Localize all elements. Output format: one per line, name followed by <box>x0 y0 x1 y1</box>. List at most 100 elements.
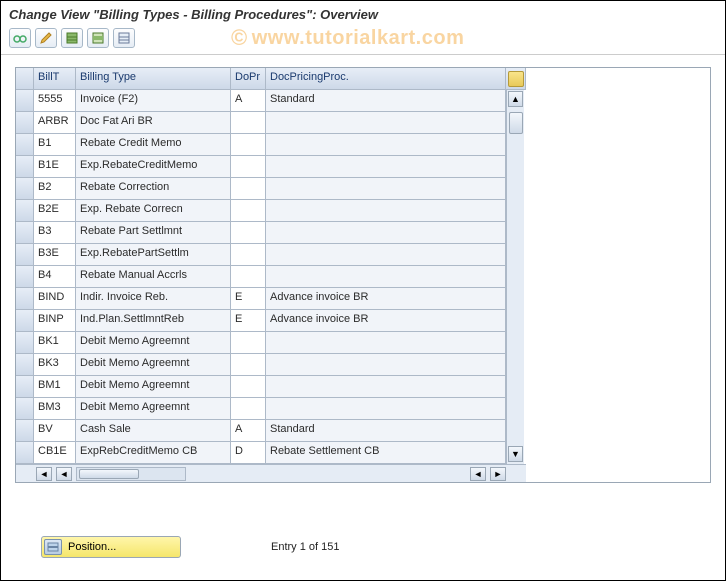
cell-dopr[interactable]: E <box>231 310 266 332</box>
cell-dopr[interactable] <box>231 376 266 398</box>
cell-docpricingproc: Advance invoice BR <box>266 310 506 332</box>
cell-billt[interactable]: B1 <box>34 134 76 156</box>
other-view-button[interactable] <box>9 28 31 48</box>
row-selector[interactable] <box>16 244 34 266</box>
row-selector[interactable] <box>16 398 34 420</box>
cell-dopr[interactable] <box>231 134 266 156</box>
cell-dopr[interactable] <box>231 156 266 178</box>
cell-billt[interactable]: BK3 <box>34 354 76 376</box>
select-all-button[interactable] <box>61 28 83 48</box>
cell-dopr[interactable] <box>231 112 266 134</box>
row-selector-header[interactable] <box>16 68 34 90</box>
hscroll-right-1[interactable]: ◄ <box>470 467 486 481</box>
row-selector[interactable] <box>16 332 34 354</box>
cell-billing-type: Rebate Manual Accrls <box>76 266 231 288</box>
cell-billing-type: Exp. Rebate Correcn <box>76 200 231 222</box>
row-selector[interactable] <box>16 178 34 200</box>
cell-billt[interactable]: BM3 <box>34 398 76 420</box>
cell-dopr[interactable] <box>231 266 266 288</box>
cell-docpricingproc: Standard <box>266 90 506 112</box>
row-selector[interactable] <box>16 354 34 376</box>
col-header-docpricingproc[interactable]: DocPricingProc. <box>266 68 506 90</box>
position-icon <box>44 539 62 555</box>
row-selector[interactable] <box>16 200 34 222</box>
cell-dopr[interactable]: A <box>231 420 266 442</box>
row-selector[interactable] <box>16 288 34 310</box>
position-button[interactable]: Position... <box>41 536 181 558</box>
vscroll-up[interactable]: ▲ <box>508 91 523 107</box>
cell-dopr[interactable]: D <box>231 442 266 464</box>
cell-docpricingproc <box>266 354 506 376</box>
table-row: B1Rebate Credit Memo <box>16 134 506 156</box>
table-row: BM1Debit Memo Agreemnt <box>16 376 506 398</box>
col-header-dopr[interactable]: DoPr <box>231 68 266 90</box>
table-settings-button[interactable] <box>506 68 526 90</box>
vertical-scrollbar[interactable]: ▲▼ <box>506 90 524 464</box>
cell-billt[interactable]: B3E <box>34 244 76 266</box>
pencil-icon <box>39 31 53 45</box>
cell-dopr[interactable] <box>231 332 266 354</box>
table-select-all-icon <box>65 31 79 45</box>
table-row: BK1Debit Memo Agreemnt <box>16 332 506 354</box>
cell-billt[interactable]: B4 <box>34 266 76 288</box>
cell-dopr[interactable] <box>231 354 266 376</box>
cell-billt[interactable]: CB1E <box>34 442 76 464</box>
cell-billt[interactable]: BM1 <box>34 376 76 398</box>
table-deselect-icon <box>117 31 131 45</box>
cell-dopr[interactable] <box>231 178 266 200</box>
cell-dopr[interactable]: E <box>231 288 266 310</box>
glasses-icon <box>13 31 27 45</box>
cell-dopr[interactable] <box>231 222 266 244</box>
row-selector[interactable] <box>16 442 34 464</box>
cell-billt[interactable]: B3 <box>34 222 76 244</box>
select-block-button[interactable] <box>87 28 109 48</box>
row-selector[interactable] <box>16 156 34 178</box>
hscroll-left-1[interactable]: ◄ <box>36 467 52 481</box>
table-row: B2Rebate Correction <box>16 178 506 200</box>
col-header-billt[interactable]: BillT <box>34 68 76 90</box>
row-selector[interactable] <box>16 420 34 442</box>
hscroll-left-2[interactable]: ◄ <box>56 467 72 481</box>
deselect-button[interactable] <box>113 28 135 48</box>
cell-billt[interactable]: B2E <box>34 200 76 222</box>
cell-dopr[interactable]: A <box>231 90 266 112</box>
hscroll-right-2[interactable]: ► <box>490 467 506 481</box>
row-selector[interactable] <box>16 266 34 288</box>
cell-billt[interactable]: BK1 <box>34 332 76 354</box>
cell-docpricingproc: Rebate Settlement CB <box>266 442 506 464</box>
cell-dopr[interactable] <box>231 398 266 420</box>
row-selector[interactable] <box>16 222 34 244</box>
cell-billt[interactable]: BIND <box>34 288 76 310</box>
cell-dopr[interactable] <box>231 200 266 222</box>
cell-billing-type: Invoice (F2) <box>76 90 231 112</box>
table-row: B4Rebate Manual Accrls <box>16 266 506 288</box>
cell-docpricingproc <box>266 222 506 244</box>
row-selector[interactable] <box>16 90 34 112</box>
cell-billt[interactable]: B1E <box>34 156 76 178</box>
cell-billt[interactable]: BINP <box>34 310 76 332</box>
change-button[interactable] <box>35 28 57 48</box>
cell-billt[interactable]: B2 <box>34 178 76 200</box>
grid-body: BillT Billing Type DoPr DocPricingProc. … <box>16 68 526 482</box>
row-selector[interactable] <box>16 112 34 134</box>
cell-docpricingproc <box>266 112 506 134</box>
cell-billing-type: Rebate Part Settlmnt <box>76 222 231 244</box>
table-row: BINPInd.Plan.SettlmntRebEAdvance invoice… <box>16 310 506 332</box>
vscroll-down[interactable]: ▼ <box>508 446 523 462</box>
table-row: CB1EExpRebCreditMemo CBDRebate Settlemen… <box>16 442 506 464</box>
table-row: 5555Invoice (F2)AStandard <box>16 90 506 112</box>
cell-docpricingproc: Advance invoice BR <box>266 288 506 310</box>
row-selector[interactable] <box>16 310 34 332</box>
hscroll-track-1[interactable] <box>76 467 186 481</box>
vscroll-thumb[interactable] <box>509 112 523 134</box>
cell-billt[interactable]: BV <box>34 420 76 442</box>
toolbar <box>1 26 725 55</box>
col-header-billing-type[interactable]: Billing Type <box>76 68 231 90</box>
cell-billt[interactable]: 5555 <box>34 90 76 112</box>
cell-billing-type: Ind.Plan.SettlmntReb <box>76 310 231 332</box>
horizontal-scrollbar[interactable]: ◄ ◄ ◄ ► <box>16 464 526 482</box>
row-selector[interactable] <box>16 134 34 156</box>
row-selector[interactable] <box>16 376 34 398</box>
cell-dopr[interactable] <box>231 244 266 266</box>
cell-billt[interactable]: ARBR <box>34 112 76 134</box>
